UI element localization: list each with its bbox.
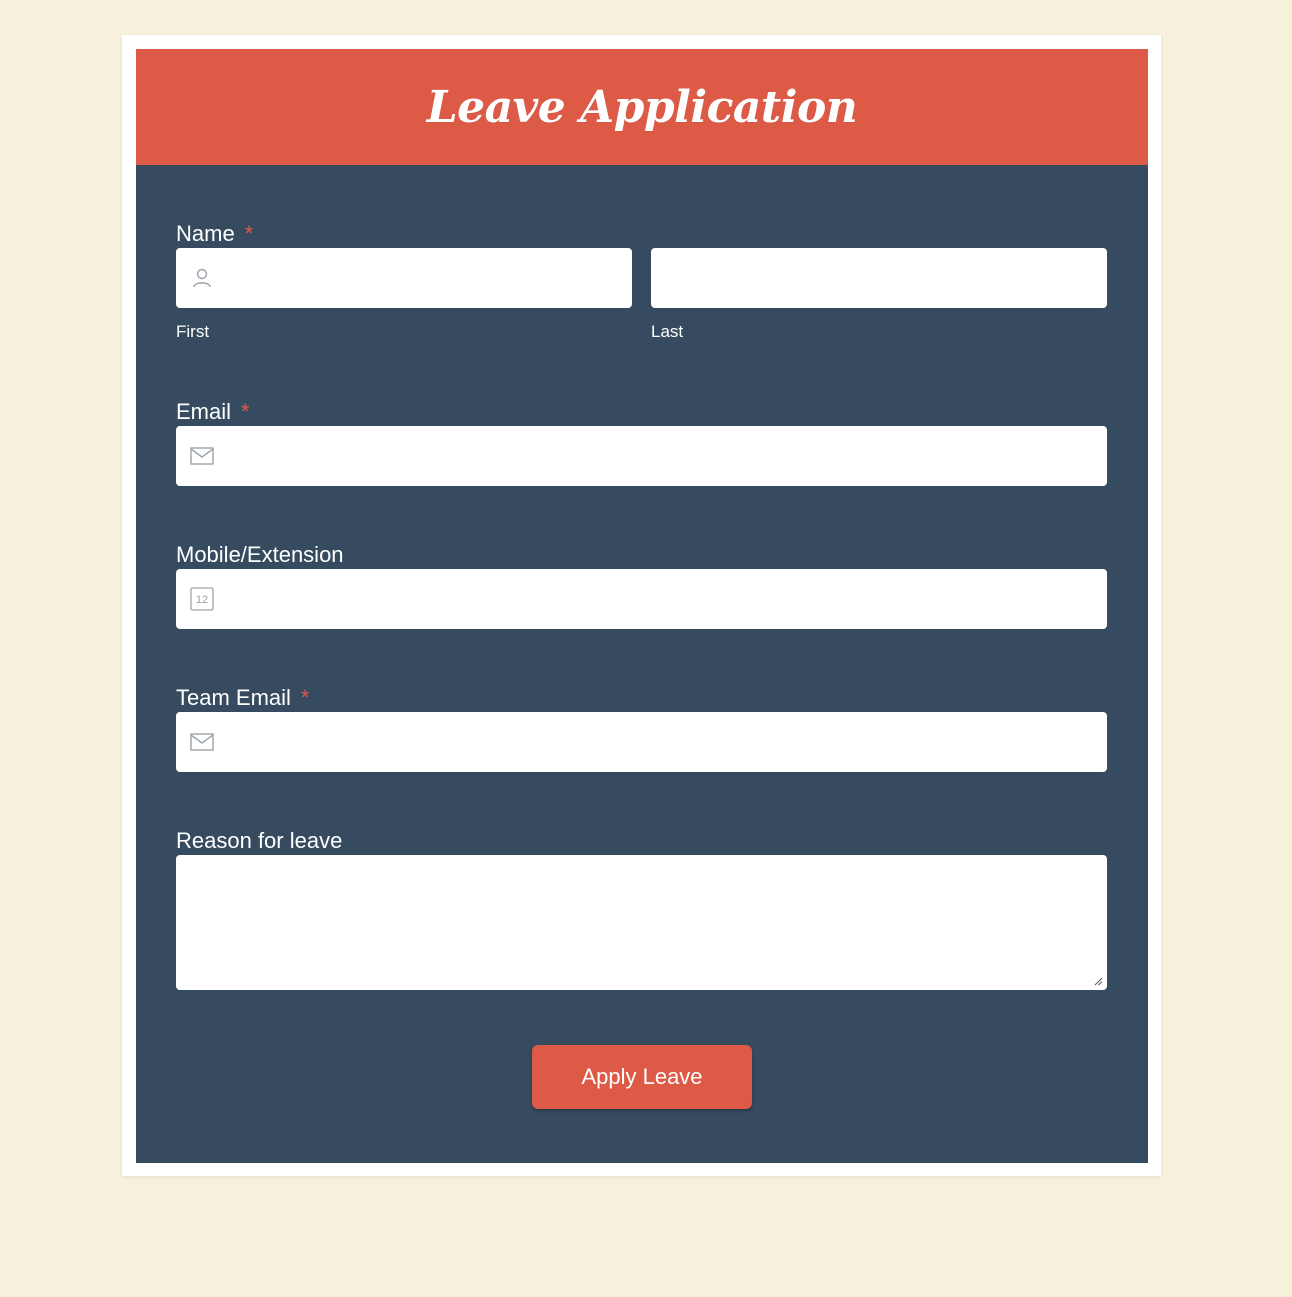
team-email-label: Team Email * <box>176 685 309 711</box>
mobile-label: Mobile/Extension <box>176 542 344 568</box>
required-star: * <box>300 685 310 710</box>
required-star: * <box>241 399 250 424</box>
apply-leave-button[interactable]: Apply Leave <box>532 1045 752 1109</box>
required-star: * <box>244 221 254 246</box>
form-card: Leave Application Name * First Last Email… <box>122 35 1161 1176</box>
team-email-input[interactable] <box>176 712 1107 772</box>
mobile-input[interactable]: 12 <box>176 569 1107 629</box>
reason-label-text: Reason for leave <box>176 828 343 853</box>
name-label-text: Name <box>176 221 235 246</box>
phone-number-icon-text: 12 <box>196 594 208 606</box>
name-label: Name * <box>176 221 253 247</box>
first-name-sublabel: First <box>176 322 210 341</box>
last-name-sublabel: Last <box>651 322 684 341</box>
form-header: Leave Application <box>136 49 1148 165</box>
email-label-text: Email <box>176 399 232 424</box>
email-input[interactable] <box>176 426 1107 486</box>
team-email-label-text: Team Email <box>176 685 291 710</box>
first-name-input[interactable] <box>176 248 632 308</box>
resize-handle-icon[interactable] <box>1093 976 1103 986</box>
reason-textarea[interactable] <box>176 855 1107 990</box>
last-name-input[interactable] <box>651 248 1107 308</box>
email-label: Email * <box>176 399 250 425</box>
form-title: Leave Application <box>426 81 858 133</box>
envelope-icon <box>190 447 214 465</box>
reason-label: Reason for leave <box>176 828 342 854</box>
user-icon <box>193 268 211 288</box>
envelope-icon <box>190 733 214 751</box>
leave-application-form: Leave Application Name * First Last Email… <box>136 49 1148 1163</box>
mobile-label-text: Mobile/Extension <box>176 542 344 567</box>
phone-number-icon: 12 <box>190 587 214 611</box>
